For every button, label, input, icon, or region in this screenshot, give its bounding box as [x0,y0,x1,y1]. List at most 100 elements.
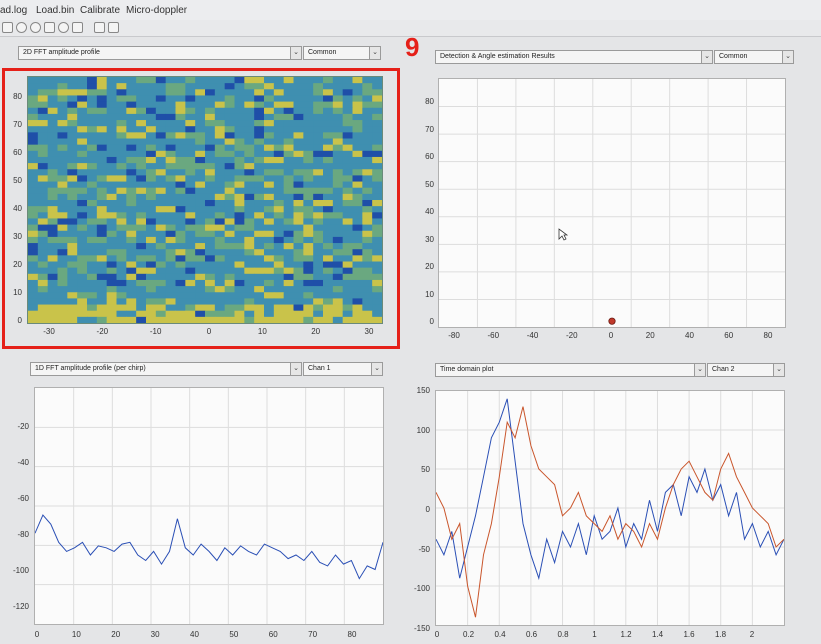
x-tick-label: 0.4 [494,630,506,639]
mode-select-bottom-left[interactable]: Chan 1 ⌄ [303,362,383,376]
chevron-down-icon[interactable]: ⌄ [694,364,705,376]
plot-type-label: 2D FFT amplitude profile [23,49,100,56]
plot-type-select-bottom-right[interactable]: Time domain plot ⌄ [435,363,706,377]
mouse-cursor-icon [558,228,568,241]
y-tick-label: -150 [413,624,430,633]
y-tick-label: -120 [12,602,29,611]
y-tick-label: 70 [425,124,434,134]
zoom-in-icon[interactable] [16,22,27,33]
plot-type-select-top-left[interactable]: 2D FFT amplitude profile ⌄ [18,46,302,60]
x-tick-label: 0.6 [525,630,538,639]
x-tick-label: 0.2 [462,630,475,639]
y-tick-label: 50 [421,465,430,475]
step-number-badge: 9 [405,32,420,62]
mode-label: Common [719,53,748,60]
mode-select-top-left[interactable]: Common ⌄ [303,46,381,60]
time-domain-line-plot[interactable] [435,390,785,626]
x-tick-label: 20 [111,630,121,639]
y-tick-label: 0 [425,505,430,514]
y-tick-label: 50 [425,179,434,189]
plot-type-select-bottom-left[interactable]: 1D FFT amplitude profile (per chirp) ⌄ [30,362,302,376]
fft-1d-line-plot[interactable] [34,387,384,625]
x-tick-label: 1.6 [683,630,695,639]
chevron-down-icon[interactable]: ⌄ [773,364,784,376]
series-line [436,398,784,581]
chevron-down-icon[interactable]: ⌄ [701,51,712,63]
arrow-icon[interactable] [2,22,13,33]
plot-type-label: Detection & Angle estimation Results [440,53,555,60]
x-tick-label: -20 [565,331,578,340]
x-tick-label: 1.2 [620,630,632,639]
plot-type-label: Time domain plot [440,366,494,373]
x-tick-label: 0 [434,630,440,639]
menu-item-load-bin[interactable]: Load.bin [36,5,74,16]
y-tick-label: 10 [425,289,434,299]
rotate-icon[interactable] [58,22,69,33]
x-tick-label: 60 [724,331,734,340]
y-tick-label: -100 [12,566,29,575]
y-tick-label: -60 [17,494,29,503]
plot-type-select-top-right[interactable]: Detection & Angle estimation Results ⌄ [435,50,713,64]
chevron-down-icon[interactable]: ⌄ [290,363,301,375]
y-tick-label: 60 [425,152,434,161]
zoom-out-icon[interactable] [30,22,41,33]
x-tick-label: 60 [268,630,278,639]
line-canvas [35,388,383,624]
mode-label: Chan 2 [712,366,735,373]
y-tick-label: -100 [413,584,430,594]
menu-item-micro-doppler[interactable]: Micro-doppler [126,5,187,16]
y-tick-label: 40 [425,207,434,216]
chevron-down-icon[interactable]: ⌄ [371,363,382,375]
y-tick-label: 80 [425,97,434,106]
mode-label: Common [308,49,337,56]
chevron-down-icon[interactable]: ⌄ [290,47,301,59]
x-tick-label: 1.8 [714,630,727,639]
y-tick-label: 100 [416,425,430,435]
x-tick-label: 40 [685,331,694,340]
x-tick-label: 70 [308,630,318,639]
x-tick-label: 0 [34,630,40,639]
x-tick-label: 80 [763,331,773,340]
y-tick-label: -40 [17,458,29,467]
y-tick-label: 0 [429,317,434,326]
line-canvas [436,391,784,625]
y-tick-label: -20 [17,422,29,431]
x-tick-label: 10 [71,630,81,639]
x-tick-label: 30 [150,630,160,639]
x-tick-label: -60 [487,331,500,340]
pan-icon[interactable] [44,22,55,33]
menu-item-calibrate[interactable]: Calibrate [80,5,120,16]
chevron-down-icon[interactable]: ⌄ [369,47,380,59]
x-tick-label: 40 [190,630,199,639]
chevron-down-icon[interactable]: ⌄ [782,51,793,63]
detection-point [608,317,616,325]
plot-type-label: 1D FFT amplitude profile (per chirp) [35,365,146,372]
highlight-box [2,68,400,349]
x-tick-label: 2 [749,630,755,639]
x-tick-label: 0 [608,331,614,340]
y-tick-label: 150 [416,386,430,395]
y-tick-label: 30 [425,234,434,244]
x-tick-label: 0.8 [557,630,569,639]
x-tick-label: 1 [592,630,597,639]
mode-select-top-right[interactable]: Common ⌄ [714,50,794,64]
menu-item-load-log[interactable]: ad.log [0,5,27,16]
x-tick-label: 50 [229,630,239,639]
y-tick-label: 20 [425,262,434,271]
x-tick-label: -80 [448,331,460,340]
y-tick-label: -80 [17,530,29,539]
mode-select-bottom-right[interactable]: Chan 2 ⌄ [707,363,785,377]
data-cursor-icon[interactable] [72,22,83,33]
x-tick-label: 20 [645,331,655,340]
mode-label: Chan 1 [308,365,331,372]
scatter-canvas [439,79,785,327]
y-tick-label: -50 [418,544,430,554]
series-line [35,514,383,580]
x-tick-label: 80 [347,630,357,639]
x-tick-label: 1.4 [651,630,664,639]
legend-icon[interactable] [108,22,119,33]
x-tick-label: -40 [526,331,539,340]
colorbar-icon[interactable] [94,22,105,33]
detection-scatter-plot[interactable] [438,78,786,328]
menu-bar: ad.log Load.bin Calibrate Micro-doppler [0,0,821,20]
